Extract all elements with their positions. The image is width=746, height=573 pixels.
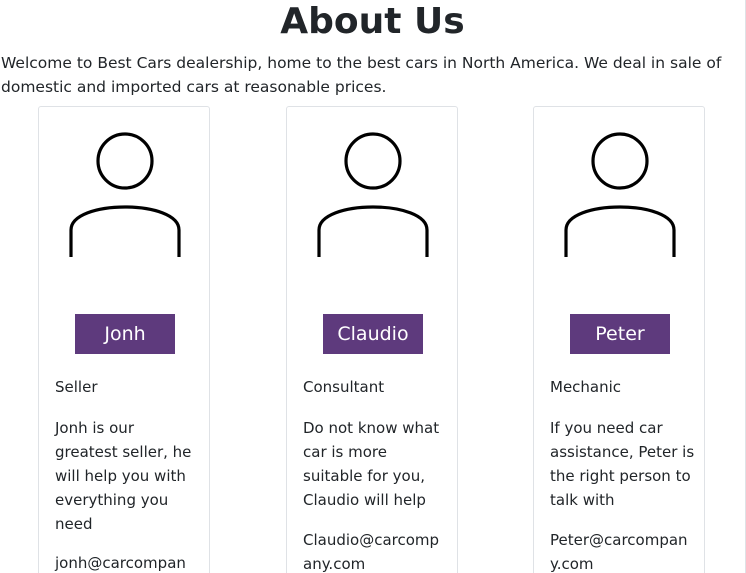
member-role: Seller: [55, 378, 98, 396]
member-description: Jonh is our greatest seller, he will hel…: [55, 419, 192, 533]
member-email: Claudio@carcompany.com: [303, 531, 440, 573]
person-icon: [317, 132, 429, 257]
person-icon: [564, 132, 676, 257]
member-email: Peter@carcompany.com: [550, 531, 688, 573]
member-name-button[interactable]: Claudio: [323, 314, 423, 354]
member-name-button[interactable]: Jonh: [75, 314, 175, 354]
person-icon: [69, 132, 181, 257]
member-name-button[interactable]: Peter: [570, 314, 670, 354]
team-card-jonh: Jonh Seller Jonh is our greatest seller,…: [38, 106, 210, 573]
page-title: About Us: [280, 1, 465, 42]
team-card-peter: Peter Mechanic If you need car assistanc…: [533, 106, 705, 573]
member-description: Do not know what car is more suitable fo…: [303, 419, 440, 509]
member-role: Mechanic: [550, 378, 622, 396]
intro-text: Welcome to Best Cars dealership, home to…: [1, 54, 722, 96]
about-page: About Us Welcome to Best Cars dealership…: [0, 0, 746, 573]
member-email: jonh@carcompany.com: [55, 554, 186, 572]
team-card-claudio: Claudio Consultant Do not know what car …: [286, 106, 458, 573]
member-role: Consultant: [303, 378, 385, 396]
team-cards: Jonh Seller Jonh is our greatest seller,…: [0, 106, 745, 573]
member-description: If you need car assistance, Peter is the…: [550, 419, 695, 509]
